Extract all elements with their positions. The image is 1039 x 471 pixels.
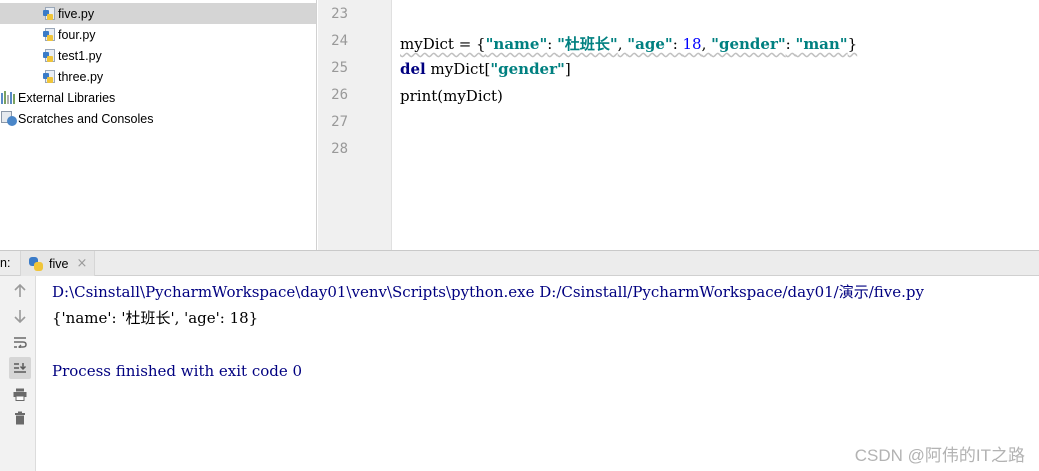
code-editor[interactable]: myDict = {"name": "杜班长", "age": 18, "gen… bbox=[392, 0, 1039, 250]
python-file-icon bbox=[43, 6, 55, 21]
run-tool-window-header: n: five × bbox=[0, 250, 1039, 276]
close-icon[interactable]: × bbox=[76, 256, 87, 271]
console-command-line: D:\Csinstall\PycharmWorkspace\day01\venv… bbox=[52, 283, 924, 301]
print-icon[interactable] bbox=[9, 383, 31, 405]
run-toolbar bbox=[0, 276, 36, 471]
run-tab-label: five bbox=[49, 256, 69, 271]
run-tab-five[interactable]: five × bbox=[20, 251, 95, 276]
project-tree: five.py four.py test1.py three.py Extern… bbox=[0, 0, 317, 250]
watermark: CSDN @阿伟的IT之路 bbox=[854, 446, 1025, 465]
tree-item-label: four.py bbox=[58, 27, 96, 42]
scratches-icon bbox=[1, 111, 17, 126]
soft-wrap-icon[interactable] bbox=[9, 331, 31, 353]
code-line-25[interactable]: del myDict["gender"] bbox=[400, 60, 571, 78]
line-number: 26 bbox=[331, 87, 348, 103]
tree-item-five-py[interactable]: five.py bbox=[0, 3, 316, 24]
tree-item-test1-py[interactable]: test1.py bbox=[43, 45, 102, 66]
libraries-icon bbox=[1, 91, 17, 104]
editor-gutter: 23 24 25 26 27 28 bbox=[318, 0, 392, 250]
code-line-24[interactable]: myDict = {"name": "杜班长", "age": 18, "gen… bbox=[400, 33, 857, 54]
line-number: 25 bbox=[331, 60, 348, 76]
tree-item-scratches-and-consoles[interactable]: Scratches and Consoles bbox=[1, 108, 154, 129]
console-output-line: {'name': '杜班长', 'age': 18} bbox=[52, 309, 259, 327]
tree-item-label: test1.py bbox=[58, 48, 102, 63]
tree-item-three-py[interactable]: three.py bbox=[43, 66, 103, 87]
python-icon bbox=[29, 256, 43, 271]
up-arrow-icon[interactable] bbox=[9, 280, 31, 302]
scroll-to-end-icon[interactable] bbox=[9, 357, 31, 379]
python-file-icon bbox=[43, 27, 55, 42]
tree-item-label: three.py bbox=[58, 69, 104, 84]
tree-item-external-libraries[interactable]: External Libraries bbox=[1, 87, 115, 108]
run-label: n: bbox=[0, 256, 11, 270]
line-number: 28 bbox=[331, 141, 348, 157]
line-number: 23 bbox=[331, 6, 348, 22]
tree-item-label: Scratches and Consoles bbox=[18, 111, 154, 126]
tree-item-four-py[interactable]: four.py bbox=[43, 24, 96, 45]
line-number: 24 bbox=[331, 33, 348, 49]
trash-icon[interactable] bbox=[9, 407, 31, 429]
down-arrow-icon[interactable] bbox=[9, 305, 31, 327]
code-line-26[interactable]: print(myDict) bbox=[400, 87, 503, 105]
tree-item-label: five.py bbox=[58, 6, 95, 21]
line-number: 27 bbox=[331, 114, 348, 130]
console-exit-line: Process finished with exit code 0 bbox=[52, 362, 303, 380]
tree-item-label: External Libraries bbox=[18, 90, 116, 105]
python-file-icon bbox=[43, 48, 55, 63]
python-file-icon bbox=[43, 69, 55, 84]
